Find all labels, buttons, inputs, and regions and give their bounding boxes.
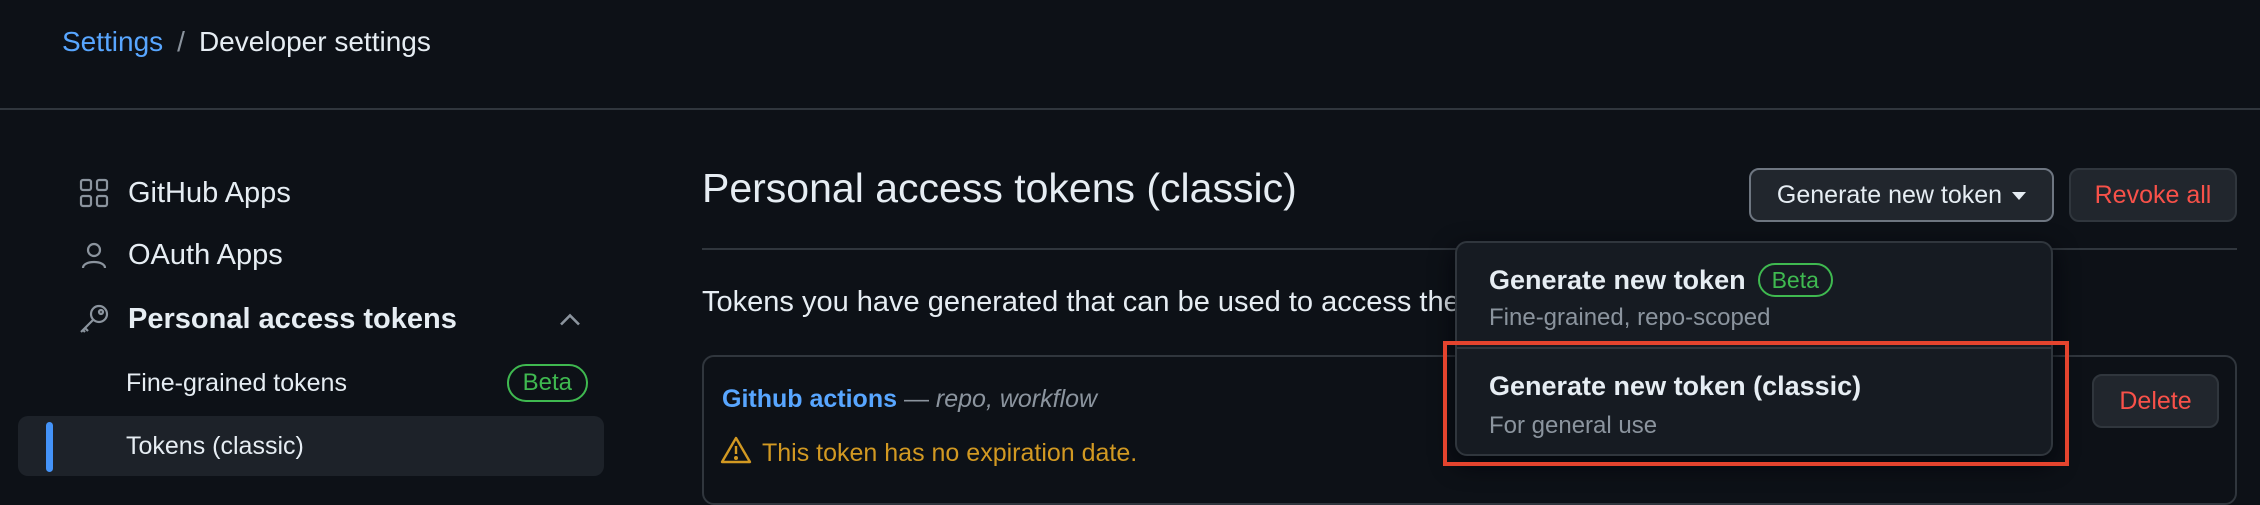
- menu-item-subtitle: Fine-grained, repo-scoped: [1489, 304, 1771, 331]
- breadcrumb: Settings / Developer settings: [62, 22, 431, 62]
- menu-item-title: Generate new token Beta: [1489, 263, 1833, 297]
- menu-item-generate-fine-grained[interactable]: Generate new token Beta Fine-grained, re…: [1457, 243, 2051, 349]
- menu-item-title-text: Generate new token (classic): [1489, 371, 1862, 401]
- sidebar-item-personal-access-tokens[interactable]: Personal access tokens: [46, 291, 606, 347]
- sidebar-subitem-fine-grained-tokens[interactable]: Fine-grained tokens Beta: [18, 353, 604, 413]
- person-icon: [74, 235, 114, 275]
- menu-item-subtitle: For general use: [1489, 412, 1658, 439]
- sidebar-item-oauth-apps[interactable]: OAuth Apps: [46, 227, 606, 283]
- token-name-line: Github actions — repo, workflow: [722, 385, 1097, 414]
- breadcrumb-separator: /: [177, 26, 185, 57]
- sidebar-item-label: GitHub Apps: [128, 176, 291, 209]
- token-scopes-separator: —: [897, 385, 936, 413]
- alert-icon: [720, 435, 752, 472]
- sidebar-subitem-tokens-classic[interactable]: Tokens (classic): [18, 416, 604, 476]
- sidebar-item-label: OAuth Apps: [128, 238, 283, 271]
- sidebar-item-github-apps[interactable]: GitHub Apps: [46, 165, 606, 221]
- token-scopes: repo, workflow: [935, 385, 1098, 413]
- sidebar-subitem-label: Tokens (classic): [126, 431, 304, 460]
- revoke-all-button[interactable]: Revoke all: [2069, 168, 2237, 222]
- active-indicator: [46, 422, 53, 472]
- delete-token-button[interactable]: Delete: [2092, 374, 2219, 428]
- menu-item-title-text: Generate new token: [1489, 264, 1746, 295]
- tokens-description: Tokens you have generated that can be us…: [702, 286, 1460, 318]
- beta-badge: Beta: [506, 364, 588, 402]
- page-title: Personal access tokens (classic): [702, 165, 1297, 211]
- breadcrumb-current: Developer settings: [198, 26, 431, 57]
- caret-down-icon: [2012, 192, 2027, 200]
- key-icon: [74, 299, 114, 339]
- menu-item-generate-classic[interactable]: Generate new token (classic) For general…: [1457, 351, 2051, 457]
- generate-token-dropdown: Generate new token Beta Fine-grained, re…: [1455, 241, 2053, 456]
- apps-grid-icon: [74, 173, 114, 213]
- top-bar: Settings / Developer settings: [0, 0, 2260, 110]
- generate-new-token-button[interactable]: Generate new token: [1749, 168, 2054, 222]
- token-name-link[interactable]: Github actions: [722, 385, 897, 413]
- chevron-up-icon[interactable]: [558, 303, 582, 336]
- breadcrumb-settings-link[interactable]: Settings: [62, 26, 163, 58]
- token-warning: This token has no expiration date.: [720, 435, 1137, 472]
- generate-new-token-label: Generate new token: [1776, 180, 2003, 209]
- menu-item-title: Generate new token (classic): [1489, 371, 1861, 402]
- token-warning-text: This token has no expiration date.: [762, 439, 1138, 467]
- sidebar-item-label: Personal access tokens: [128, 302, 457, 335]
- sidebar-subitem-label: Fine-grained tokens: [126, 368, 347, 397]
- beta-badge: Beta: [1757, 263, 1833, 297]
